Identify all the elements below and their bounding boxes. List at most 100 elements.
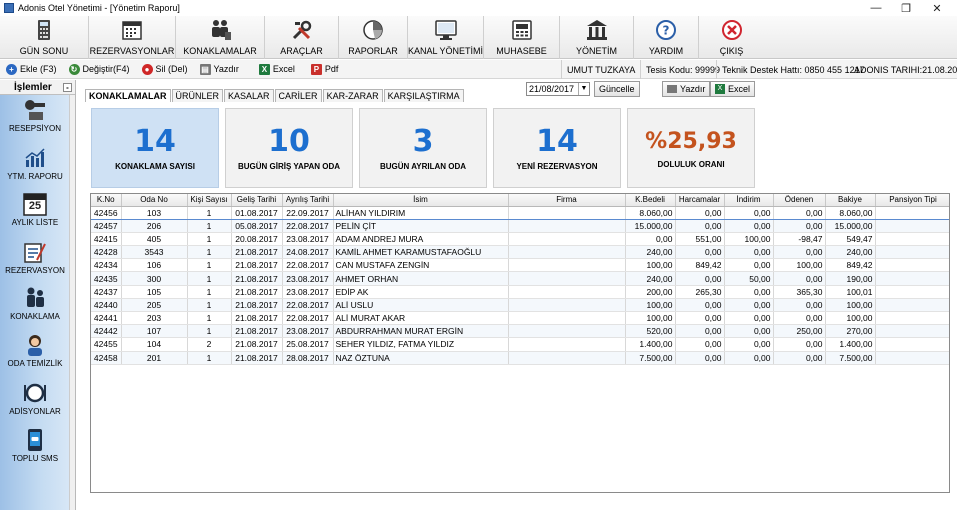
table-row[interactable]: 42441 203 1 21.08.2017 22.08.2017 ALİ MURAT A… [91,311,949,326]
table-row[interactable]: 42440 205 1 21.08.2017 22.08.2017 ALİ USLU 100… [91,298,949,313]
pdf-button[interactable]: P Pdf [310,63,338,75]
table-cell: 0,00 [724,311,774,326]
excel-button[interactable]: X Excel [258,63,295,75]
table-cell: 100,00 [625,298,676,313]
table-cell: 23.08.2017 [282,285,334,299]
report-print-button[interactable]: Yazdır [662,81,711,97]
minimize-button[interactable]: — [861,0,891,16]
sidebar: İşlemler - RESEPSİYON YTM. RAPORU 25 AYL… [0,80,76,510]
table-row[interactable]: 42437 105 1 21.08.2017 23.08.2017 EDİP AK 200,… [91,285,949,299]
column-header[interactable]: Pansiyon Tipi [875,194,949,207]
table-cell: 1 [187,311,232,326]
table-cell: 100,00 [625,311,676,326]
table-row[interactable]: 42455 104 2 21.08.2017 25.08.2017 SEHER YILDI… [91,337,949,352]
table-cell: 549,47 [825,232,876,247]
tab-cash[interactable]: KASALAR [224,89,274,102]
new-reservation-value: 14 [536,124,578,159]
table-cell: 240,00 [625,245,676,260]
toolbar-channel-button[interactable]: KANAL YÖNETİMİ [408,16,484,59]
column-header[interactable]: K.Bedeli [625,194,676,207]
tab-comparison[interactable]: KARŞILAŞTIRMA [383,89,464,102]
close-window-button[interactable]: ✕ [922,0,952,16]
column-header[interactable]: Ödenen [773,194,826,207]
restore-button[interactable]: ❐ [891,0,921,16]
sidebar-item-reception[interactable]: RESEPSİYON [0,98,70,133]
column-header[interactable]: Firma [508,194,626,207]
report-excel-label: Excel [728,84,751,94]
excel-icon: X [258,63,270,75]
column-header[interactable]: İndirim [724,194,774,207]
sidebar-item-stay[interactable]: KONAKLAMA [0,286,70,321]
table-row[interactable]: 42428 3543 1 21.08.2017 24.08.2017 KAMİL AHME… [91,245,949,260]
change-button[interactable]: ↻ Değiştir(F4) [68,63,130,75]
table-cell: 22.08.2017 [282,311,334,326]
sidebar-item-reservation[interactable]: REZERVASYON [0,240,70,275]
table-cell: 0,00 [773,351,826,365]
column-header[interactable]: Harcamalar [675,194,725,207]
table-cell: ALİ USLU [333,298,509,313]
date-picker[interactable]: 21/08/2017 ▼ [526,82,590,96]
column-header[interactable]: Ayrılış Tarihi [282,194,334,207]
sidebar-item-monthly-list[interactable]: 25 AYLIK LİSTE [0,192,70,227]
toolbar-reports-button[interactable]: RAPORLAR [339,16,408,59]
column-header[interactable]: İsim [333,194,509,207]
print-button[interactable]: ▤ Yazdır [199,63,239,75]
table-cell: 103 [121,205,188,220]
table-row[interactable]: 42457 206 1 05.08.2017 22.08.2017 PELİN ÇİT 15… [91,219,949,233]
sidebar-item-housekeeping[interactable]: ODA TEMİZLİK [0,333,70,368]
delete-button[interactable]: ● Sil (Del) [141,63,188,75]
toolbar-exit-button[interactable]: ÇIKIŞ [699,16,764,59]
table-row[interactable]: 42458 201 1 21.08.2017 28.08.2017 NAZ ÖZTUNA 7… [91,351,949,365]
column-header[interactable]: Kişi Sayısı [187,194,232,207]
toolbar-management-button[interactable]: YÖNETİM [560,16,634,59]
toolbar-stays-button[interactable]: KONAKLAMALAR [176,16,265,59]
table-cell: 0,00 [724,337,774,352]
column-header[interactable]: Bakiye [825,194,876,207]
table-cell: 42458 [91,351,122,365]
table-row[interactable]: 42415 405 1 20.08.2017 23.08.2017 ADAM ANDREJ… [91,232,949,247]
table-cell: 7.500,00 [825,351,876,365]
sidebar-item-management-report[interactable]: YTM. RAPORU [0,146,70,181]
stay-count-card: 14 KONAKLAMA SAYISI [91,108,219,188]
tab-products[interactable]: ÜRÜNLER [171,89,224,102]
table-cell: 1 [187,219,232,233]
toolbar-accounting-button[interactable]: MUHASEBE [484,16,560,59]
sidebar-item-label: YTM. RAPORU [7,172,63,181]
collapse-button[interactable]: - [63,82,72,92]
table-cell: 21.08.2017 [231,245,283,260]
table-row[interactable]: 42456 103 1 01.08.2017 22.09.2017 ALİHAN YILD… [91,205,949,220]
toolbar-reservations-button[interactable]: REZERVASYONLAR [89,16,176,59]
sidebar-scrollbar[interactable] [69,95,75,510]
table-cell: 21.08.2017 [231,271,283,286]
tab-accounts[interactable]: CARİLER [274,89,322,102]
table-row[interactable]: 42442 107 1 21.08.2017 23.08.2017 ABDURRAHMAN… [91,324,949,339]
column-header[interactable]: Geliş Tarihi [231,194,283,207]
refresh-button[interactable]: Güncelle [594,81,640,97]
toolbar-label: REZERVASYONLAR [89,46,175,56]
toolbar-help-button[interactable]: ? YARDIM [634,16,699,59]
checkin-value: 10 [268,124,310,159]
sidebar-item-bulk-sms[interactable]: TOPLU SMS [0,428,70,463]
table-cell: 25.08.2017 [282,337,334,352]
sidebar-item-checks[interactable]: ADİSYONLAR [0,381,70,416]
table-cell: 0,00 [724,324,774,339]
chevron-down-icon[interactable]: ▼ [578,83,589,95]
table-row[interactable]: 42434 106 1 21.08.2017 22.08.2017 CAN MUSTAFA… [91,258,949,273]
table-cell: 2 [187,337,232,352]
table-cell: 15.000,00 [625,219,676,233]
table-cell: 0,00 [773,271,826,286]
tab-profit-loss[interactable]: KAR-ZARAR [322,89,383,102]
excel-label: Excel [272,64,295,74]
stays-table[interactable]: K.No Oda No Kişi Sayısı Geliş Tarihi Ayrılış… [90,193,950,493]
toolbar-tools-button[interactable]: ARAÇLAR [265,16,339,59]
table-cell: 42434 [91,258,122,273]
column-header[interactable]: Oda No [121,194,188,207]
table-cell: PELİN ÇİT [333,219,509,233]
report-excel-button[interactable]: X Excel [710,81,756,97]
tab-stays[interactable]: KONAKLAMALAR [85,89,171,102]
add-button[interactable]: + Ekle (F3) [6,63,57,75]
column-header[interactable]: K.No [91,194,122,207]
excel-icon: X [715,84,725,94]
toolbar-day-end-button[interactable]: GÜN SONU [0,16,89,59]
table-row[interactable]: 42435 300 1 21.08.2017 23.08.2017 AHMET ORHAN… [91,271,949,286]
